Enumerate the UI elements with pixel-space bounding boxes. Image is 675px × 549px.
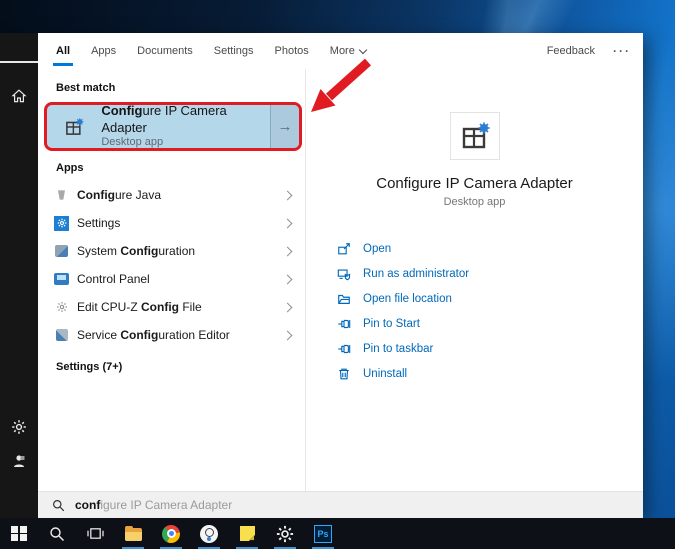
annotation-red-box: Configure IP Camera Adapter Desktop app … xyxy=(44,102,302,151)
open-icon xyxy=(338,242,350,254)
settings-gear-icon[interactable] xyxy=(0,410,38,444)
photoshop-button[interactable]: Ps xyxy=(304,518,342,549)
task-view-button[interactable] xyxy=(76,518,114,549)
list-item-configure-java[interactable]: Configure Java xyxy=(38,181,305,209)
pin-to-taskbar-link[interactable]: Pin to taskbar xyxy=(337,336,643,361)
more-options-icon[interactable]: ··· xyxy=(613,44,631,58)
results-content: Best match Configure IP Camera Adapter D… xyxy=(38,69,643,491)
app-default-icon xyxy=(449,112,500,160)
file-explorer-icon xyxy=(124,526,142,541)
tab-documents[interactable]: Documents xyxy=(137,45,193,57)
uninstall-icon xyxy=(339,368,349,379)
pin-icon xyxy=(338,319,351,328)
taskbar-search-button[interactable] xyxy=(38,518,76,549)
chevron-right-icon xyxy=(282,274,293,284)
run-as-administrator-link[interactable]: Run as administrator xyxy=(337,261,643,286)
chevron-right-icon xyxy=(282,190,293,200)
details-subtitle: Desktop app xyxy=(443,196,506,208)
sticky-notes-icon xyxy=(239,526,255,541)
open-file-location-link[interactable]: Open file location xyxy=(337,286,643,311)
camera-app-icon xyxy=(200,524,218,543)
list-item-service-configuration-editor[interactable]: Service Configuration Editor xyxy=(38,321,305,349)
search-icon xyxy=(53,499,65,511)
user-account-icon[interactable] xyxy=(0,444,38,478)
feedback-link[interactable]: Feedback xyxy=(547,45,595,57)
pin-icon xyxy=(338,344,351,353)
tab-more[interactable]: More xyxy=(330,45,368,57)
chevron-right-icon xyxy=(282,218,293,228)
list-item-cpuz-config[interactable]: Edit CPU-Z Config File xyxy=(38,293,305,321)
chevron-right-icon xyxy=(282,330,293,340)
config-file-icon xyxy=(54,300,69,315)
list-item-control-panel[interactable]: Control Panel xyxy=(38,265,305,293)
settings-icon xyxy=(54,215,69,231)
best-match-title: Configure IP Camera Adapter xyxy=(101,103,227,135)
pin-to-start-link[interactable]: Pin to Start xyxy=(337,311,643,336)
java-icon xyxy=(54,188,69,203)
settings-gear-icon xyxy=(276,525,294,542)
filter-tab-bar: All Apps Documents Settings Photos More … xyxy=(38,33,643,69)
system-configuration-icon xyxy=(54,244,69,259)
apps-section-label: Apps xyxy=(56,162,84,174)
home-icon[interactable] xyxy=(0,79,38,113)
camera-app-button[interactable] xyxy=(190,518,228,549)
sticky-notes-button[interactable] xyxy=(228,518,266,549)
tab-settings[interactable]: Settings xyxy=(214,45,254,57)
details-title: Configure IP Camera Adapter xyxy=(376,175,573,192)
list-item-system-configuration[interactable]: System Configuration xyxy=(38,237,305,265)
uninstall-link[interactable]: Uninstall xyxy=(337,361,643,386)
expand-arrow-button[interactable]: → xyxy=(270,105,299,148)
settings-section-label: Settings (7+) xyxy=(56,361,123,373)
tab-apps[interactable]: Apps xyxy=(91,45,116,57)
photoshop-icon: Ps xyxy=(314,524,332,543)
search-input[interactable]: configure IP Camera Adapter xyxy=(38,491,643,518)
chevron-down-icon xyxy=(358,45,368,54)
best-match-text: Configure IP Camera Adapter Desktop app xyxy=(101,103,270,148)
list-item-settings[interactable]: Settings xyxy=(38,209,305,237)
search-flyout: All Apps Documents Settings Photos More … xyxy=(0,33,643,518)
run-as-administrator-icon xyxy=(337,268,351,280)
best-match-label: Best match xyxy=(56,82,116,94)
app-default-icon xyxy=(47,116,101,138)
chrome-icon xyxy=(162,524,180,543)
windows-logo-icon xyxy=(11,525,27,542)
service-configuration-icon xyxy=(54,328,69,343)
action-links: Open Run as administrator Open file loca… xyxy=(306,236,643,386)
hamburger-menu-icon[interactable] xyxy=(0,45,39,79)
chevron-right-icon xyxy=(282,246,293,256)
open-file-location-icon xyxy=(338,294,350,304)
results-column: Best match Configure IP Camera Adapter D… xyxy=(38,69,305,491)
tab-photos[interactable]: Photos xyxy=(275,45,309,57)
control-panel-icon xyxy=(54,272,69,287)
search-icon xyxy=(50,526,64,541)
best-match-item[interactable]: Configure IP Camera Adapter Desktop app xyxy=(47,105,270,148)
best-match-subtitle: Desktop app xyxy=(101,135,164,148)
chevron-right-icon xyxy=(282,302,293,312)
chrome-button[interactable] xyxy=(152,518,190,549)
task-view-icon xyxy=(86,528,104,539)
open-link[interactable]: Open xyxy=(337,236,643,261)
file-explorer-button[interactable] xyxy=(114,518,152,549)
settings-button[interactable] xyxy=(266,518,304,549)
taskbar: Ps xyxy=(0,518,675,549)
search-text: configure IP Camera Adapter xyxy=(75,498,233,512)
left-rail xyxy=(0,33,39,518)
search-panel: All Apps Documents Settings Photos More … xyxy=(38,33,643,518)
tab-all[interactable]: All xyxy=(52,45,74,66)
start-button[interactable] xyxy=(0,518,38,549)
details-pane: Configure IP Camera Adapter Desktop app … xyxy=(306,69,643,491)
